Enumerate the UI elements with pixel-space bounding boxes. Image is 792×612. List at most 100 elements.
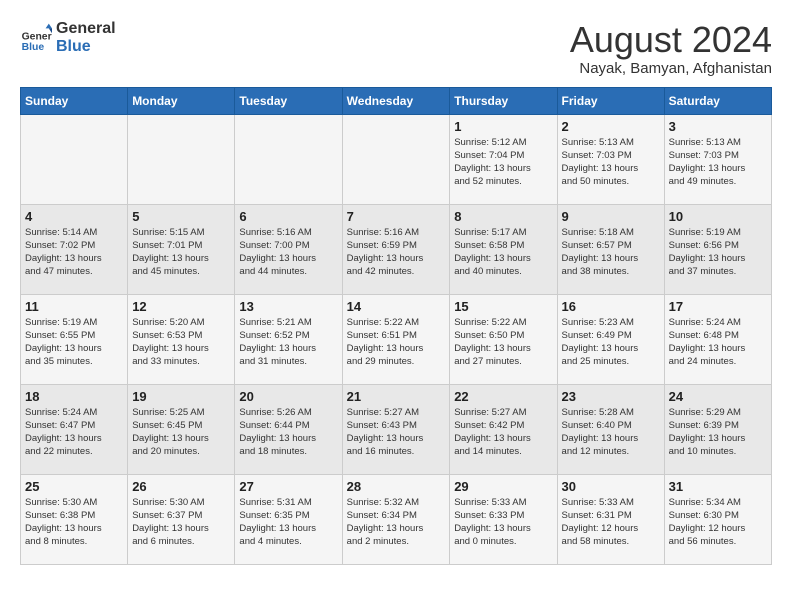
day-number: 14 xyxy=(347,299,446,314)
title-block: August 2024 Nayak, Bamyan, Afghanistan xyxy=(570,20,772,77)
day-info: Sunrise: 5:30 AM Sunset: 6:37 PM Dayligh… xyxy=(132,496,230,549)
calendar-cell xyxy=(342,114,450,204)
day-number: 13 xyxy=(239,299,337,314)
page-header: General Blue General Blue August 2024 Na… xyxy=(20,20,772,77)
svg-text:Blue: Blue xyxy=(22,42,45,53)
day-info: Sunrise: 5:22 AM Sunset: 6:51 PM Dayligh… xyxy=(347,316,446,369)
calendar-cell: 19 Sunrise: 5:25 AM Sunset: 6:45 PM Dayli… xyxy=(128,384,235,474)
day-info: Sunrise: 5:26 AM Sunset: 6:44 PM Dayligh… xyxy=(239,406,337,459)
day-info: Sunrise: 5:32 AM Sunset: 6:34 PM Dayligh… xyxy=(347,496,446,549)
calendar-cell: 14 Sunrise: 5:22 AM Sunset: 6:51 PM Dayli… xyxy=(342,294,450,384)
day-info: Sunrise: 5:30 AM Sunset: 6:38 PM Dayligh… xyxy=(25,496,123,549)
logo-icon: General Blue xyxy=(20,22,52,54)
day-number: 29 xyxy=(454,479,552,494)
calendar-cell xyxy=(128,114,235,204)
day-info: Sunrise: 5:33 AM Sunset: 6:33 PM Dayligh… xyxy=(454,496,552,549)
calendar-cell: 10Sunrise: 5:19 AM Sunset: 6:56 PM Dayli… xyxy=(664,204,771,294)
calendar-cell: 31 Sunrise: 5:34 AM Sunset: 6:30 PM Dayli… xyxy=(664,474,771,564)
day-number: 19 xyxy=(132,389,230,404)
day-number: 17 xyxy=(669,299,767,314)
day-number: 4 xyxy=(25,209,123,224)
day-info: Sunrise: 5:33 AM Sunset: 6:31 PM Dayligh… xyxy=(562,496,660,549)
day-number: 21 xyxy=(347,389,446,404)
day-number: 9 xyxy=(562,209,660,224)
calendar-cell: 6 Sunrise: 5:16 AM Sunset: 7:00 PM Daylig… xyxy=(235,204,342,294)
calendar-cell: 12Sunrise: 5:20 AM Sunset: 6:53 PM Dayli… xyxy=(128,294,235,384)
day-number: 1 xyxy=(454,119,552,134)
day-header-monday: Monday xyxy=(128,87,235,114)
calendar-cell: 15 Sunrise: 5:22 AM Sunset: 6:50 PM Dayli… xyxy=(450,294,557,384)
day-header-saturday: Saturday xyxy=(664,87,771,114)
day-number: 30 xyxy=(562,479,660,494)
day-info: Sunrise: 5:28 AM Sunset: 6:40 PM Dayligh… xyxy=(562,406,660,459)
day-number: 6 xyxy=(239,209,337,224)
day-info: Sunrise: 5:15 AM Sunset: 7:01 PM Dayligh… xyxy=(132,226,230,279)
calendar-cell: 30 Sunrise: 5:33 AM Sunset: 6:31 PM Dayli… xyxy=(557,474,664,564)
calendar-cell: 16Sunrise: 5:23 AM Sunset: 6:49 PM Dayli… xyxy=(557,294,664,384)
day-info: Sunrise: 5:34 AM Sunset: 6:30 PM Dayligh… xyxy=(669,496,767,549)
day-number: 7 xyxy=(347,209,446,224)
day-info: Sunrise: 5:13 AM Sunset: 7:03 PM Dayligh… xyxy=(669,136,767,189)
calendar-cell: 29 Sunrise: 5:33 AM Sunset: 6:33 PM Dayli… xyxy=(450,474,557,564)
day-number: 25 xyxy=(25,479,123,494)
day-number: 5 xyxy=(132,209,230,224)
calendar-cell: 25 Sunrise: 5:30 AM Sunset: 6:38 PM Dayli… xyxy=(21,474,128,564)
day-info: Sunrise: 5:21 AM Sunset: 6:52 PM Dayligh… xyxy=(239,316,337,369)
calendar-cell: 3 Sunrise: 5:13 AM Sunset: 7:03 PM Daylig… xyxy=(664,114,771,204)
calendar-cell xyxy=(21,114,128,204)
day-info: Sunrise: 5:24 AM Sunset: 6:47 PM Dayligh… xyxy=(25,406,123,459)
week-row-2: 4 Sunrise: 5:14 AM Sunset: 7:02 PM Daylig… xyxy=(21,204,772,294)
calendar-table: SundayMondayTuesdayWednesdayThursdayFrid… xyxy=(20,87,772,565)
calendar-cell: 28 Sunrise: 5:32 AM Sunset: 6:34 PM Dayli… xyxy=(342,474,450,564)
day-number: 23 xyxy=(562,389,660,404)
day-info: Sunrise: 5:22 AM Sunset: 6:50 PM Dayligh… xyxy=(454,316,552,369)
logo: General Blue General Blue xyxy=(20,20,116,55)
calendar-cell: 21 Sunrise: 5:27 AM Sunset: 6:43 PM Dayli… xyxy=(342,384,450,474)
day-info: Sunrise: 5:16 AM Sunset: 7:00 PM Dayligh… xyxy=(239,226,337,279)
day-info: Sunrise: 5:20 AM Sunset: 6:53 PM Dayligh… xyxy=(132,316,230,369)
week-row-1: 1Sunrise: 5:12 AM Sunset: 7:04 PM Daylig… xyxy=(21,114,772,204)
calendar-body: 1Sunrise: 5:12 AM Sunset: 7:04 PM Daylig… xyxy=(21,114,772,564)
day-number: 18 xyxy=(25,389,123,404)
day-info: Sunrise: 5:19 AM Sunset: 6:55 PM Dayligh… xyxy=(25,316,123,369)
day-header-wednesday: Wednesday xyxy=(342,87,450,114)
week-row-5: 25 Sunrise: 5:30 AM Sunset: 6:38 PM Dayli… xyxy=(21,474,772,564)
day-info: Sunrise: 5:14 AM Sunset: 7:02 PM Dayligh… xyxy=(25,226,123,279)
day-number: 3 xyxy=(669,119,767,134)
calendar-cell: 26Sunrise: 5:30 AM Sunset: 6:37 PM Dayli… xyxy=(128,474,235,564)
day-info: Sunrise: 5:18 AM Sunset: 6:57 PM Dayligh… xyxy=(562,226,660,279)
day-number: 15 xyxy=(454,299,552,314)
calendar-cell: 5 Sunrise: 5:15 AM Sunset: 7:01 PM Daylig… xyxy=(128,204,235,294)
logo-blue: Blue xyxy=(56,38,116,56)
svg-text:General: General xyxy=(22,31,52,42)
day-header-tuesday: Tuesday xyxy=(235,87,342,114)
calendar-cell: 2Sunrise: 5:13 AM Sunset: 7:03 PM Daylig… xyxy=(557,114,664,204)
day-info: Sunrise: 5:29 AM Sunset: 6:39 PM Dayligh… xyxy=(669,406,767,459)
day-info: Sunrise: 5:24 AM Sunset: 6:48 PM Dayligh… xyxy=(669,316,767,369)
day-number: 11 xyxy=(25,299,123,314)
calendar-header-row: SundayMondayTuesdayWednesdayThursdayFrid… xyxy=(21,87,772,114)
day-number: 10 xyxy=(669,209,767,224)
calendar-cell: 24 Sunrise: 5:29 AM Sunset: 6:39 PM Dayli… xyxy=(664,384,771,474)
day-number: 28 xyxy=(347,479,446,494)
calendar-cell: 7 Sunrise: 5:16 AM Sunset: 6:59 PM Daylig… xyxy=(342,204,450,294)
logo-general: General xyxy=(56,20,116,38)
day-info: Sunrise: 5:16 AM Sunset: 6:59 PM Dayligh… xyxy=(347,226,446,279)
calendar-cell: 22Sunrise: 5:27 AM Sunset: 6:42 PM Dayli… xyxy=(450,384,557,474)
day-number: 27 xyxy=(239,479,337,494)
day-info: Sunrise: 5:31 AM Sunset: 6:35 PM Dayligh… xyxy=(239,496,337,549)
calendar-cell: 8Sunrise: 5:17 AM Sunset: 6:58 PM Daylig… xyxy=(450,204,557,294)
calendar-cell: 13 Sunrise: 5:21 AM Sunset: 6:52 PM Dayli… xyxy=(235,294,342,384)
day-number: 24 xyxy=(669,389,767,404)
calendar-cell: 20Sunrise: 5:26 AM Sunset: 6:44 PM Dayli… xyxy=(235,384,342,474)
day-info: Sunrise: 5:27 AM Sunset: 6:42 PM Dayligh… xyxy=(454,406,552,459)
day-info: Sunrise: 5:23 AM Sunset: 6:49 PM Dayligh… xyxy=(562,316,660,369)
day-number: 31 xyxy=(669,479,767,494)
week-row-4: 18 Sunrise: 5:24 AM Sunset: 6:47 PM Dayli… xyxy=(21,384,772,474)
day-number: 2 xyxy=(562,119,660,134)
day-number: 8 xyxy=(454,209,552,224)
day-info: Sunrise: 5:27 AM Sunset: 6:43 PM Dayligh… xyxy=(347,406,446,459)
day-header-thursday: Thursday xyxy=(450,87,557,114)
calendar-cell: 27 Sunrise: 5:31 AM Sunset: 6:35 PM Dayli… xyxy=(235,474,342,564)
day-info: Sunrise: 5:25 AM Sunset: 6:45 PM Dayligh… xyxy=(132,406,230,459)
